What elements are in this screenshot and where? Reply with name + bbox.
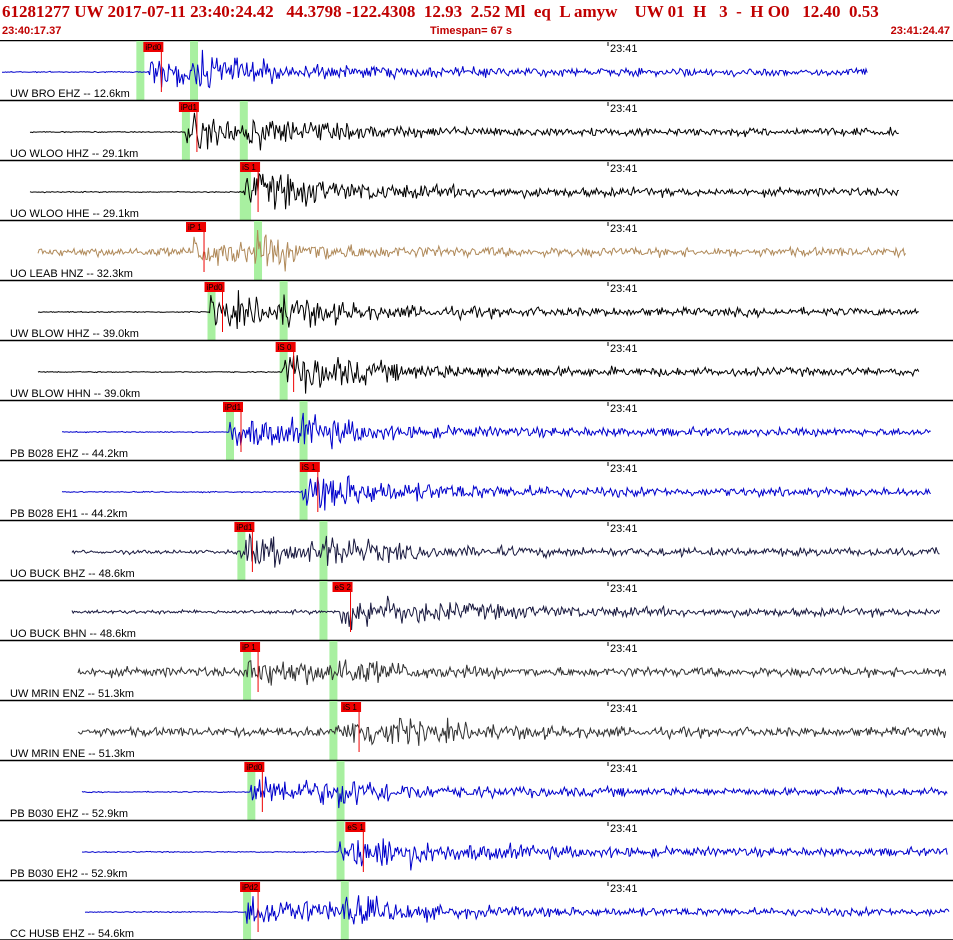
- pick-label: iS 1: [242, 163, 256, 172]
- waveform: [37, 229, 907, 272]
- trace-panel: iPd1 23:41 UO BUCK BHZ -- 48.6km: [0, 519, 953, 580]
- time-tick-label: 23:41: [610, 583, 638, 595]
- time-tick-label: 23:41: [610, 463, 638, 475]
- trace-panel: iPd0 23:41 UW BLOW HHZ -- 39.0km: [0, 279, 953, 340]
- trace-panel: iP 1 23:41 UW MRIN ENZ -- 51.3km: [0, 639, 953, 700]
- header: 61281277 UW 2017-07-11 23:40:24.42 44.37…: [0, 0, 953, 40]
- p-window: [136, 41, 145, 100]
- s-window: [329, 641, 338, 700]
- waveform: [77, 659, 947, 686]
- waveform: [84, 895, 950, 925]
- station-label: UW BLOW HHZ -- 39.0km: [10, 328, 139, 340]
- trace-panel: iPd2 23:41 CC HUSB EHZ -- 54.6km: [0, 879, 953, 940]
- time-tick-label: 23:41: [610, 103, 638, 115]
- trace-panel: iS 1 23:41 UW MRIN ENE -- 51.3km: [0, 699, 953, 760]
- time-tick-label: 23:41: [610, 343, 638, 355]
- pick-label: iPd0: [145, 43, 162, 52]
- waveform: [61, 412, 931, 450]
- trace-panel: eS 2 23:41 UO BUCK BHN -- 48.6km: [0, 579, 953, 640]
- time-tick-label: 23:41: [610, 163, 638, 175]
- station-label: PB B028 EH1 -- 44.2km: [10, 508, 127, 520]
- station-label: UW BRO EHZ -- 12.6km: [10, 88, 130, 100]
- time-tick-label: 23:41: [610, 403, 638, 415]
- trace-panel: iPd1 23:41 PB B028 EHZ -- 44.2km: [0, 399, 953, 460]
- pick-label: iPd0: [246, 763, 263, 772]
- pick-label: iPd2: [242, 883, 259, 892]
- pick-label: iPd1: [225, 403, 242, 412]
- pick-label: iS 1: [302, 463, 316, 472]
- pick-label: iPd1: [181, 103, 198, 112]
- waveform: [29, 112, 899, 151]
- station-label: PB B030 EHZ -- 52.9km: [10, 808, 128, 820]
- station-label: UO WLOO HHE -- 29.1km: [10, 208, 139, 220]
- station-label: UW MRIN ENE -- 51.3km: [10, 748, 135, 760]
- pick-label: iP 1: [242, 643, 256, 652]
- trace-panel: iPd0 23:41 UW BRO EHZ -- 12.6km: [0, 40, 953, 100]
- s-window: [336, 821, 345, 880]
- time-tick-label: 23:41: [610, 703, 638, 715]
- timespan-label: Timespan= 67 s: [430, 25, 513, 37]
- waveform: [29, 172, 899, 210]
- station-label: PB B028 EHZ -- 44.2km: [10, 448, 128, 460]
- time-tick-label: 23:41: [610, 883, 638, 895]
- pick-label: iS 1: [343, 703, 357, 712]
- waveform: [1, 49, 868, 89]
- pick-label: iP 1: [188, 223, 202, 232]
- waveform: [77, 717, 947, 746]
- station-label: UO LEAB HNZ -- 32.3km: [10, 268, 133, 280]
- time-tick-label: 23:41: [610, 523, 638, 535]
- s-window: [319, 521, 328, 580]
- trace-panel: iS 1 23:41 UO WLOO HHE -- 29.1km: [0, 159, 953, 220]
- trace-panel: iP 1 23:41 UO LEAB HNZ -- 32.3km: [0, 219, 953, 280]
- waveform: [71, 595, 941, 631]
- time-tick-label: 23:41: [610, 283, 638, 295]
- station-label: PB B030 EH2 -- 52.9km: [10, 868, 127, 880]
- event-title: 61281277 UW 2017-07-11 23:40:24.42 44.37…: [2, 2, 879, 21]
- station-label: UO BUCK BHZ -- 48.6km: [10, 568, 135, 580]
- trace-panel: iPd0 23:41 PB B030 EHZ -- 52.9km: [0, 759, 953, 820]
- time-tick-label: 23:41: [610, 823, 638, 835]
- trace-panel: iS 1 23:41 PB B028 EH1 -- 44.2km: [0, 459, 953, 520]
- waveform: [37, 290, 919, 330]
- pick-label: iPd1: [236, 523, 253, 532]
- trace-panel: iS 0 23:41 UW BLOW HHN -- 39.0km: [0, 339, 953, 400]
- waveform: [37, 355, 920, 394]
- trace-panel: iPd1 23:41 UO WLOO HHZ -- 29.1km: [0, 99, 953, 160]
- s-window: [319, 581, 328, 640]
- station-label: UO BUCK BHN -- 48.6km: [10, 628, 136, 640]
- time-tick-label: 23:41: [610, 643, 638, 655]
- station-label: UW BLOW HHN -- 39.0km: [10, 388, 140, 400]
- end-time: 23:41:24.47: [890, 25, 950, 37]
- station-label: UO WLOO HHZ -- 29.1km: [10, 148, 138, 160]
- time-tick-label: 23:41: [610, 763, 638, 775]
- s-window: [329, 701, 338, 760]
- pick-label: iS 0: [278, 343, 292, 352]
- trace-panel: eS 1 23:41 PB B030 EH2 -- 52.9km: [0, 819, 953, 880]
- time-tick-label: 23:41: [610, 223, 638, 235]
- seismogram-panels: iPd0 23:41 UW BRO EHZ -- 12.6km iPd1 23:41 UO…: [0, 40, 953, 940]
- station-label: CC HUSB EHZ -- 54.6km: [10, 928, 134, 940]
- pick-label: eS 1: [347, 823, 364, 832]
- pick-label: iPd0: [207, 283, 224, 292]
- pick-label: eS 2: [335, 583, 352, 592]
- time-tick-label: 23:41: [610, 43, 638, 55]
- start-time: 23:40:17.37: [2, 25, 62, 37]
- station-label: UW MRIN ENZ -- 51.3km: [10, 688, 134, 700]
- waveform: [71, 533, 940, 568]
- waveform: [61, 474, 932, 511]
- waveform: [81, 776, 948, 809]
- waveform: [81, 838, 948, 871]
